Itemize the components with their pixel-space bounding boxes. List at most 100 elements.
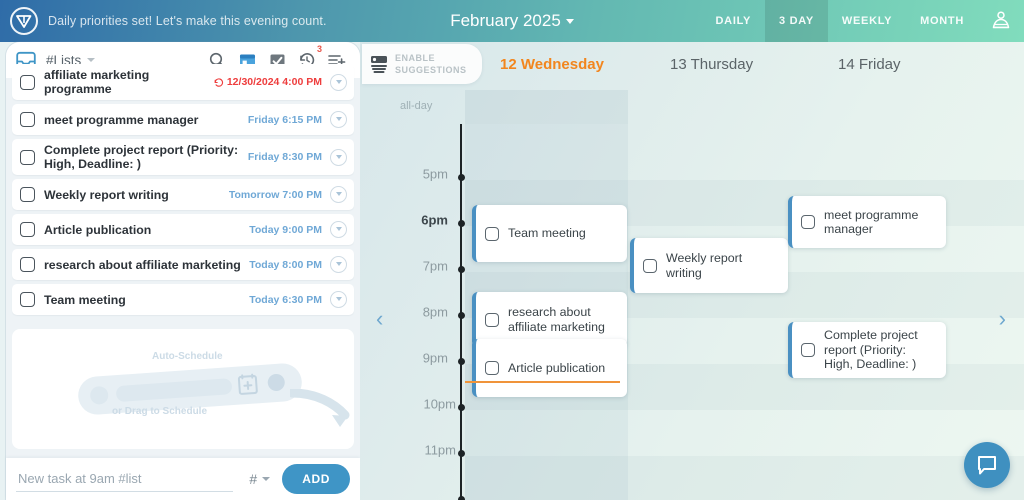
new-task-input[interactable] — [16, 466, 234, 492]
chat-bubble-button[interactable] — [964, 442, 1010, 488]
event-title: Team meeting — [508, 226, 586, 241]
avatar[interactable] — [978, 0, 1024, 42]
task-checkbox[interactable] — [20, 222, 35, 237]
current-time-line — [465, 381, 620, 383]
task-expand-button[interactable] — [330, 186, 347, 203]
day-header-wednesday[interactable]: 12 Wednesday — [500, 56, 604, 73]
chevron-down-icon — [262, 477, 271, 481]
hour-label-9pm: 9pm — [422, 350, 448, 366]
task-title: Team meeting — [44, 292, 126, 307]
app-root: Daily priorities set! Let's make this ev… — [0, 0, 1024, 500]
tab-daily[interactable]: DAILY — [702, 0, 766, 42]
suggestions-icon — [371, 56, 387, 73]
event-title: Complete project report (Priority: High,… — [824, 328, 918, 372]
event-checkbox[interactable] — [643, 258, 657, 273]
task-title: Article publication — [44, 222, 152, 237]
axis-tick — [457, 450, 465, 457]
task-expand-button[interactable] — [330, 148, 347, 166]
greeting-text: Daily priorities set! Let's make this ev… — [48, 14, 327, 28]
task-row[interactable]: meet programme manager Friday 6:15 PM — [12, 104, 354, 135]
task-checkbox[interactable] — [20, 74, 35, 90]
axis-tick — [457, 174, 465, 181]
axis-tick — [457, 220, 465, 227]
task-title: meet programme manager — [44, 112, 199, 127]
task-row[interactable]: Team meeting Today 6:30 PM — [12, 284, 354, 315]
task-checkbox[interactable] — [20, 292, 35, 307]
day-header-friday[interactable]: 14 Friday — [838, 56, 901, 73]
task-expand-button[interactable] — [330, 221, 347, 238]
calendar-event[interactable]: Team meeting — [472, 205, 627, 262]
cutoff-text — [24, 437, 342, 453]
add-task-button[interactable]: ADD — [282, 464, 350, 494]
task-title: Complete project report (Priority: High,… — [44, 143, 239, 171]
illustration-text-shape — [115, 378, 233, 403]
task-expand-button[interactable] — [330, 291, 347, 308]
task-title: affiliate marketing programme — [44, 68, 150, 96]
illustration-checkbox-shape — [89, 385, 109, 405]
all-day-cell-wednesday[interactable] — [465, 90, 628, 124]
month-title[interactable]: February 2025 — [450, 11, 574, 31]
event-checkbox[interactable] — [485, 361, 499, 375]
task-row[interactable]: research about affiliate marketing Today… — [12, 249, 354, 280]
tab-3day[interactable]: 3 DAY — [765, 0, 828, 42]
new-task-bar: # ADD — [6, 458, 360, 500]
task-checkbox[interactable] — [20, 257, 35, 272]
task-due-date: Today 6:30 PM — [249, 293, 322, 306]
task-expand-button[interactable] — [330, 73, 347, 91]
next-days-button[interactable]: › — [999, 306, 1006, 332]
illustration-arrow-icon — [290, 389, 350, 427]
task-row[interactable]: Article publication Today 9:00 PM — [12, 214, 354, 245]
task-due-date: Tomorrow 7:00 PM — [228, 188, 322, 201]
task-due-date: Friday 8:30 PM — [247, 151, 322, 163]
hour-label-7pm: 7pm — [422, 258, 448, 274]
drag-to-schedule-label: or Drag to Schedule — [112, 406, 208, 417]
task-title: Weekly report writing — [44, 187, 169, 202]
view-tabs: DAILY 3 DAY WEEKLY MONTH — [702, 0, 978, 42]
calendar-event[interactable]: Article publication — [472, 339, 627, 397]
enable-suggestions-button[interactable]: ENABLE SUGGESTIONS — [362, 44, 482, 84]
day-header-thursday[interactable]: 13 Thursday — [670, 56, 753, 73]
event-checkbox[interactable] — [485, 226, 499, 241]
task-checkbox[interactable] — [20, 112, 35, 127]
task-due-date: Today 9:00 PM — [249, 223, 322, 236]
top-bar: Daily priorities set! Let's make this ev… — [0, 0, 1024, 42]
hour-label-8pm: 8pm — [422, 304, 448, 320]
hour-band — [465, 456, 1024, 500]
all-day-label: all-day — [400, 100, 433, 112]
axis-tick — [457, 358, 465, 365]
app-logo[interactable] — [0, 7, 48, 35]
task-row[interactable]: affiliate marketing programme 12/30/2024… — [12, 64, 354, 100]
tab-month[interactable]: MONTH — [906, 0, 978, 42]
task-row[interactable]: Complete project report (Priority: High,… — [12, 139, 354, 175]
tab-weekly[interactable]: WEEKLY — [828, 0, 906, 42]
chevron-down-icon[interactable] — [87, 58, 96, 62]
task-expand-button[interactable] — [330, 111, 347, 128]
overdue-clock-icon — [214, 77, 223, 87]
person-avatar-icon — [992, 11, 1010, 29]
event-checkbox[interactable] — [801, 343, 815, 357]
calendar-plus-icon — [237, 373, 258, 395]
time-axis — [457, 124, 465, 500]
event-title: Weekly report writing — [666, 251, 743, 280]
event-title: meet programme manager — [824, 207, 919, 237]
event-title: Article publication — [508, 360, 606, 375]
task-checkbox[interactable] — [20, 149, 35, 165]
task-expand-button[interactable] — [330, 256, 347, 273]
event-checkbox[interactable] — [485, 312, 499, 327]
hour-label-6pm: 6pm — [421, 212, 448, 228]
enable-suggestions-label: ENABLE SUGGESTIONS — [395, 53, 467, 75]
illustration-drag-handle — [267, 373, 286, 392]
event-checkbox[interactable] — [801, 215, 815, 229]
chevron-down-icon — [565, 19, 574, 25]
list-tag-selector[interactable]: # — [249, 471, 271, 487]
calendar-event[interactable]: Complete project report (Priority: High,… — [788, 322, 946, 378]
task-row[interactable]: Weekly report writing Tomorrow 7:00 PM — [12, 179, 354, 210]
sidebar: #Lists 3 affiliate marketing programme 1… — [6, 42, 360, 500]
hour-label-5pm: 5pm — [422, 166, 448, 182]
calendar-event[interactable]: meet programme manager — [788, 196, 946, 248]
task-checkbox[interactable] — [20, 187, 35, 202]
event-title: research about affiliate marketing — [508, 305, 605, 334]
previous-days-button[interactable]: ‹ — [376, 306, 383, 332]
calendar-event[interactable]: Weekly report writing — [630, 238, 788, 293]
task-due-date: Friday 6:15 PM — [247, 113, 322, 126]
